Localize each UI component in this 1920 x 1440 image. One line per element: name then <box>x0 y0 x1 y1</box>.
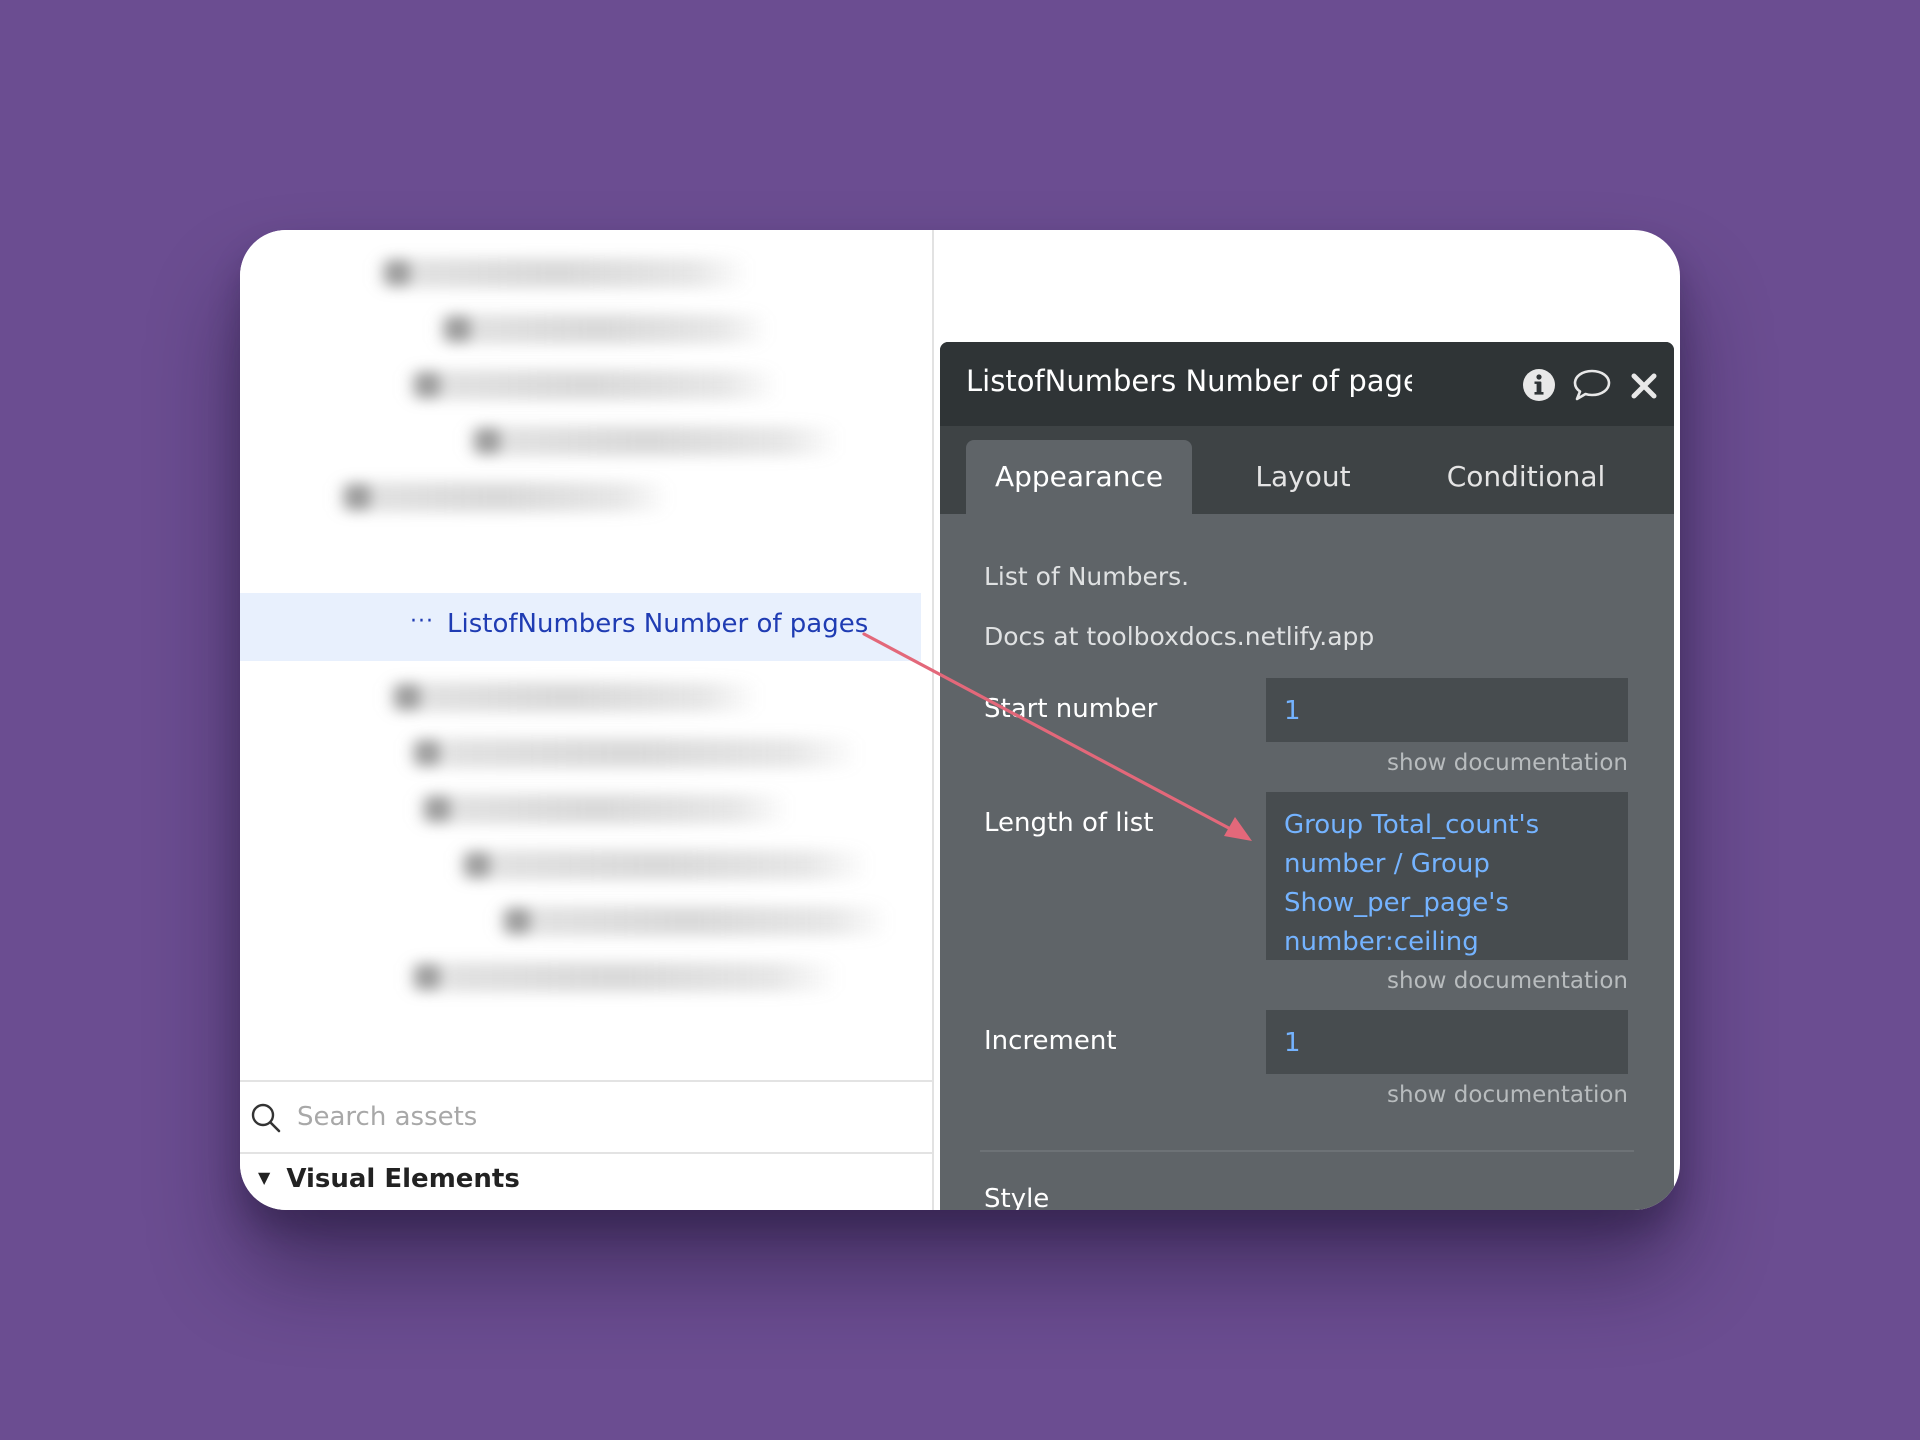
length-of-list-field[interactable]: Group Total_count's number / Group Show_… <box>1266 792 1628 960</box>
tree-item-selected[interactable]: ··· ListofNumbers Number of pages <box>240 593 921 661</box>
tab-appearance[interactable]: Appearance <box>966 440 1192 514</box>
tree-item-blurred[interactable] <box>490 906 890 936</box>
tree-item-blurred[interactable] <box>400 738 860 768</box>
tree-item-blurred[interactable] <box>430 314 770 344</box>
property-editor-panel: ListofNumbers Number of pages Appearance… <box>940 342 1674 1210</box>
style-label: Style <box>984 1184 1050 1210</box>
section-label: Visual Elements <box>286 1164 520 1194</box>
close-icon[interactable] <box>1630 372 1658 400</box>
length-of-list-doc-link[interactable]: show documentation <box>1387 968 1628 994</box>
caret-down-icon[interactable]: ▼ <box>258 1168 270 1187</box>
info-icon[interactable] <box>1522 368 1556 402</box>
plugin-description: List of Numbers. <box>984 562 1190 591</box>
increment-label: Increment <box>984 1026 1117 1056</box>
tree-item-label: ListofNumbers Number of pages <box>447 609 869 639</box>
tree-item-blurred[interactable] <box>450 850 870 880</box>
plugin-docs-text: Docs at toolboxdocs.netlify.app <box>984 622 1375 651</box>
search-assets-bar <box>240 1080 932 1154</box>
tab-layout[interactable]: Layout <box>1202 440 1404 514</box>
visual-elements-section[interactable]: ▼ Visual Elements <box>258 1164 520 1204</box>
panel-header: ListofNumbers Number of pages <box>940 342 1674 426</box>
tree-item-blurred[interactable] <box>410 794 790 824</box>
panel-divider <box>932 230 934 1210</box>
increment-doc-link[interactable]: show documentation <box>1387 1082 1628 1108</box>
increment-field[interactable]: 1 <box>1266 1010 1628 1074</box>
search-icon <box>251 1103 281 1133</box>
comment-icon[interactable] <box>1572 368 1612 402</box>
tab-bar: Appearance Layout Conditional <box>940 426 1674 514</box>
tree-item-blurred[interactable] <box>400 370 780 400</box>
start-number-field[interactable]: 1 <box>1266 678 1628 742</box>
ellipsis-icon[interactable]: ··· <box>410 609 434 634</box>
start-number-label: Start number <box>984 694 1158 724</box>
tab-conditional[interactable]: Conditional <box>1414 440 1638 514</box>
tree-item-blurred[interactable] <box>460 426 840 456</box>
tree-item-blurred[interactable] <box>380 682 760 712</box>
tree-item-blurred[interactable] <box>370 258 750 288</box>
panel-title[interactable]: ListofNumbers Number of pages <box>966 364 1412 404</box>
start-number-doc-link[interactable]: show documentation <box>1387 750 1628 776</box>
search-input[interactable] <box>295 1096 899 1138</box>
section-separator <box>980 1150 1634 1152</box>
length-of-list-label: Length of list <box>984 808 1154 838</box>
tree-item-blurred[interactable] <box>400 962 840 992</box>
element-tree-panel: ··· ListofNumbers Number of pages ▼ Visua… <box>240 230 932 1210</box>
screenshot-card: ··· ListofNumbers Number of pages ▼ Visua… <box>240 230 1680 1210</box>
tree-item-blurred[interactable] <box>330 482 670 512</box>
